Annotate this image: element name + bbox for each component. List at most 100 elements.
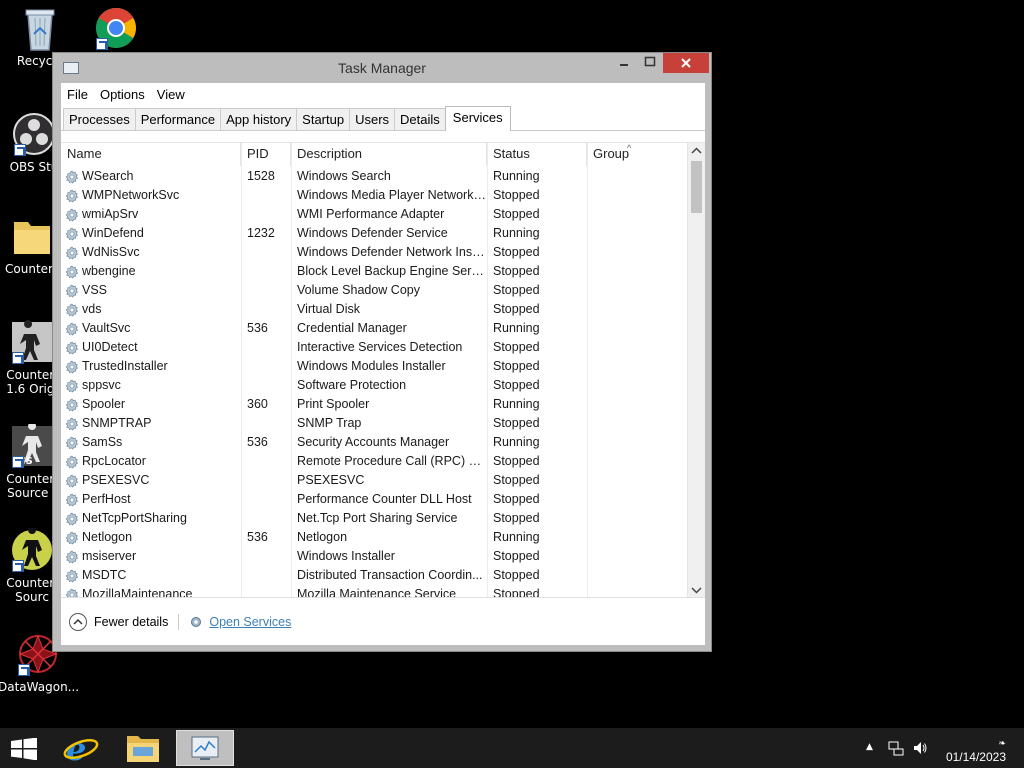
service-pid: 536: [247, 321, 268, 335]
taskbar-task-manager[interactable]: [176, 730, 234, 766]
table-row[interactable]: VaultSvc 536 Credential Manager Running: [61, 319, 687, 338]
service-status: Stopped: [493, 245, 540, 259]
table-row[interactable]: Netlogon 536 Netlogon Running: [61, 528, 687, 547]
minimize-button[interactable]: [611, 53, 637, 73]
table-row[interactable]: TrustedInstaller Windows Modules Installe…: [61, 357, 687, 376]
table-row[interactable]: NetTcpPortSharing Net.Tcp Port Sharing Se…: [61, 509, 687, 528]
collapse-up-icon: [69, 612, 87, 631]
menu-bar: File Options View: [61, 83, 705, 105]
service-name: VSS: [82, 283, 108, 297]
service-description: WMI Performance Adapter: [297, 207, 445, 221]
service-status: Stopped: [493, 207, 540, 221]
table-row[interactable]: MozillaMaintenance Mozilla Maintenance Se…: [61, 585, 687, 597]
column-header-description[interactable]: Description: [291, 143, 487, 166]
menu-file[interactable]: File: [67, 87, 88, 102]
fewer-details-button[interactable]: Fewer details: [69, 612, 169, 631]
table-row[interactable]: PSEXESVC PSEXESVC Stopped: [61, 471, 687, 490]
table-row[interactable]: vds Virtual Disk Stopped: [61, 300, 687, 319]
taskbar-internet-explorer[interactable]: e: [52, 730, 110, 768]
service-name: Netlogon: [82, 530, 133, 544]
scroll-thumb[interactable]: [691, 161, 702, 213]
table-row[interactable]: WdNisSvc Windows Defender Network Insp...…: [61, 243, 687, 262]
tab-details[interactable]: Details: [394, 108, 446, 130]
table-row[interactable]: msiserver Windows Installer Stopped: [61, 547, 687, 566]
service-pid: [241, 471, 291, 490]
scroll-down-arrow-icon[interactable]: [688, 582, 705, 597]
table-row[interactable]: Spooler 360 Print Spooler Running: [61, 395, 687, 414]
clock[interactable]: ❧ 01/14/2023: [946, 736, 1006, 764]
vertical-scrollbar[interactable]: [687, 143, 705, 597]
column-header-status[interactable]: Status: [487, 143, 587, 166]
service-gear-icon: [65, 208, 79, 221]
service-name-cell: MSDTC: [61, 566, 241, 585]
volume-icon[interactable]: [912, 740, 928, 756]
service-description: Windows Installer: [297, 549, 395, 563]
service-description: Print Spooler: [297, 397, 370, 411]
service-name-cell: WMPNetworkSvc: [61, 186, 241, 205]
open-services-label: Open Services: [209, 614, 292, 629]
shortcut-arrow-icon: [12, 352, 24, 364]
network-icon[interactable]: [888, 740, 904, 756]
service-status: Stopped: [493, 511, 540, 525]
table-row[interactable]: SamSs 536 Security Accounts Manager Running: [61, 433, 687, 452]
desktop-icon-label: DataWagon...: [0, 680, 78, 694]
service-name-cell: vds: [61, 300, 241, 319]
service-name-cell: Spooler: [61, 395, 241, 414]
service-name-cell: WSearch: [61, 167, 241, 186]
show-hidden-icons-icon[interactable]: ▲: [866, 742, 873, 752]
desktop-icon-chrome[interactable]: [76, 6, 156, 54]
tab-services[interactable]: Services: [444, 106, 511, 131]
table-row[interactable]: WSearch 1528 Windows Search Running: [61, 167, 687, 186]
service-status: Stopped: [493, 283, 540, 297]
service-pid: [241, 205, 291, 224]
service-name-cell: WinDefend: [61, 224, 241, 243]
service-status: Stopped: [493, 473, 540, 487]
service-pid: [241, 300, 291, 319]
table-row[interactable]: MSDTC Distributed Transaction Coordin... S…: [61, 566, 687, 585]
services-table: Name PID Description Status Group ^ WSea…: [61, 142, 705, 597]
service-status: Running: [493, 530, 540, 544]
shortcut-arrow-icon: [96, 38, 108, 50]
start-button[interactable]: [10, 737, 38, 761]
maximize-button[interactable]: [637, 53, 663, 73]
service-status: Stopped: [493, 302, 540, 316]
service-name-cell: msiserver: [61, 547, 241, 566]
close-button[interactable]: [663, 53, 709, 73]
service-group: [587, 300, 687, 319]
column-header-name[interactable]: Name: [61, 143, 241, 166]
table-row[interactable]: UI0Detect Interactive Services Detection S…: [61, 338, 687, 357]
tab-users[interactable]: Users: [349, 108, 396, 130]
scroll-up-arrow-icon[interactable]: [688, 143, 705, 159]
menu-view[interactable]: View: [157, 87, 185, 102]
tab-performance[interactable]: Performance: [134, 108, 222, 130]
taskbar-file-explorer[interactable]: [114, 730, 172, 766]
service-pid: [241, 376, 291, 395]
service-pid: [241, 338, 291, 357]
service-description: Remote Procedure Call (RPC) Lo...: [297, 454, 487, 468]
fewer-details-label: Fewer details: [94, 614, 169, 629]
table-row[interactable]: VSS Volume Shadow Copy Stopped: [61, 281, 687, 300]
tab-startup[interactable]: Startup: [296, 108, 351, 130]
tab-app-history[interactable]: App history: [220, 108, 298, 130]
table-row[interactable]: wbengine Block Level Backup Engine Servic…: [61, 262, 687, 281]
column-header-pid[interactable]: PID: [241, 143, 291, 166]
title-bar[interactable]: Task Manager: [53, 53, 711, 83]
menu-options[interactable]: Options: [100, 87, 145, 102]
service-pid: [241, 243, 291, 262]
services-gear-icon: [191, 616, 202, 627]
service-description: Credential Manager: [297, 321, 407, 335]
task-manager-window[interactable]: Task Manager File Options View Processes…: [52, 52, 712, 652]
column-separator: [587, 143, 588, 597]
table-row[interactable]: PerfHost Performance Counter DLL Host Stop…: [61, 490, 687, 509]
column-header-group[interactable]: Group ^: [587, 143, 687, 166]
table-row[interactable]: WinDefend 1232 Windows Defender Service Run…: [61, 224, 687, 243]
table-row[interactable]: wmiApSrv WMI Performance Adapter Stopped: [61, 205, 687, 224]
service-gear-icon: [65, 512, 79, 525]
service-group: [587, 243, 687, 262]
open-services-link[interactable]: Open Services: [189, 615, 291, 629]
tab-processes[interactable]: Processes: [63, 108, 136, 130]
table-row[interactable]: WMPNetworkSvc Windows Media Player Networ…: [61, 186, 687, 205]
table-row[interactable]: RpcLocator Remote Procedure Call (RPC) Lo…: [61, 452, 687, 471]
table-row[interactable]: SNMPTRAP SNMP Trap Stopped: [61, 414, 687, 433]
table-row[interactable]: sppsvc Software Protection Stopped: [61, 376, 687, 395]
